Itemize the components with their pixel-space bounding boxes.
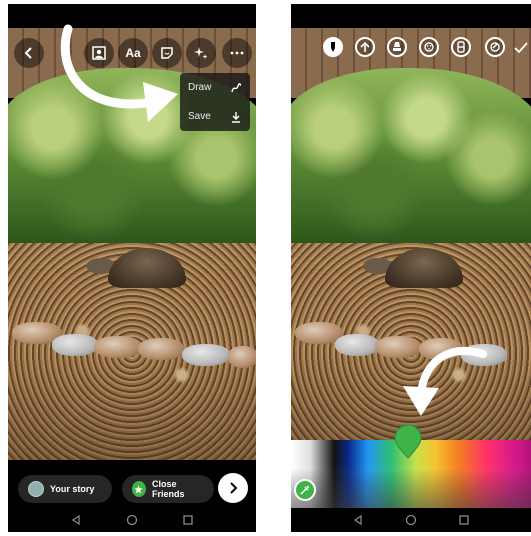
rock bbox=[182, 344, 230, 366]
tortoise bbox=[363, 248, 473, 298]
neon-pen-tool[interactable] bbox=[419, 37, 439, 57]
nav-recents-icon[interactable] bbox=[458, 514, 470, 526]
sparkles-icon bbox=[194, 47, 208, 59]
nav-back-icon[interactable] bbox=[352, 514, 364, 526]
nav-home-icon[interactable] bbox=[405, 514, 417, 526]
marker-pen-icon bbox=[331, 42, 335, 52]
arrow-pen-tool[interactable] bbox=[355, 37, 375, 57]
color-picker-handle[interactable] bbox=[393, 424, 423, 460]
squiggle-icon bbox=[231, 82, 242, 92]
rock bbox=[335, 334, 379, 356]
chevron-left-icon bbox=[24, 47, 32, 59]
eyedropper-icon bbox=[300, 485, 310, 495]
nav-home-icon[interactable] bbox=[126, 514, 138, 526]
rock bbox=[138, 338, 184, 360]
arrow-pen-icon bbox=[360, 41, 370, 52]
menu-item-label: Draw bbox=[188, 82, 212, 93]
system-nav-bar bbox=[8, 508, 256, 532]
star-icon bbox=[132, 481, 146, 497]
annotation-arrow bbox=[403, 346, 487, 416]
rock bbox=[52, 334, 98, 356]
system-nav-bar bbox=[291, 508, 531, 532]
back-button[interactable] bbox=[14, 38, 44, 68]
eyedropper-button[interactable] bbox=[294, 479, 316, 501]
eraser-icon bbox=[457, 41, 465, 53]
tortoise bbox=[86, 248, 196, 298]
your-story-label: Your story bbox=[50, 484, 95, 494]
send-button[interactable] bbox=[218, 473, 248, 503]
more-dots-icon bbox=[230, 51, 244, 55]
effects-button[interactable] bbox=[186, 38, 216, 68]
neon-pen-icon bbox=[424, 42, 434, 52]
tag-people-button[interactable] bbox=[84, 38, 114, 68]
nav-back-icon[interactable] bbox=[70, 514, 82, 526]
close-friends-label: Close Friends bbox=[151, 479, 185, 499]
text-tool-button[interactable]: Aa bbox=[118, 38, 148, 68]
download-icon bbox=[232, 111, 240, 123]
hedge bbox=[291, 68, 531, 268]
menu-item-label: Save bbox=[188, 111, 211, 122]
highlighter-tool[interactable] bbox=[387, 37, 407, 57]
right-phone-screen bbox=[291, 4, 531, 532]
brush-size-tool[interactable] bbox=[485, 37, 505, 57]
nav-recents-icon[interactable] bbox=[182, 514, 194, 526]
sticker-icon bbox=[161, 47, 173, 59]
checkmark-icon bbox=[514, 42, 528, 54]
left-phone-screen: Aa Draw Save Your story Close Friends bbox=[8, 4, 256, 532]
brush-size-icon bbox=[490, 42, 500, 52]
chevron-right-icon bbox=[230, 482, 238, 494]
marker-pen-tool[interactable] bbox=[323, 37, 343, 57]
highlighter-icon bbox=[393, 42, 401, 51]
menu-item-save[interactable]: Save bbox=[180, 102, 250, 131]
text-tool-label: Aa bbox=[125, 46, 141, 60]
person-frame-icon bbox=[92, 46, 106, 60]
menu-item-draw[interactable]: Draw bbox=[180, 73, 250, 102]
rock bbox=[228, 346, 256, 368]
rock bbox=[94, 336, 142, 358]
eraser-tool[interactable] bbox=[451, 37, 471, 57]
close-friends-button[interactable]: Close Friends bbox=[122, 475, 214, 503]
more-options-button[interactable] bbox=[222, 38, 252, 68]
avatar bbox=[28, 481, 44, 497]
share-bar: Your story Close Friends bbox=[8, 460, 256, 508]
more-options-menu: Draw Save bbox=[180, 73, 250, 131]
your-story-button[interactable]: Your story bbox=[18, 475, 112, 503]
done-button[interactable] bbox=[513, 40, 529, 56]
sticker-button[interactable] bbox=[152, 38, 182, 68]
